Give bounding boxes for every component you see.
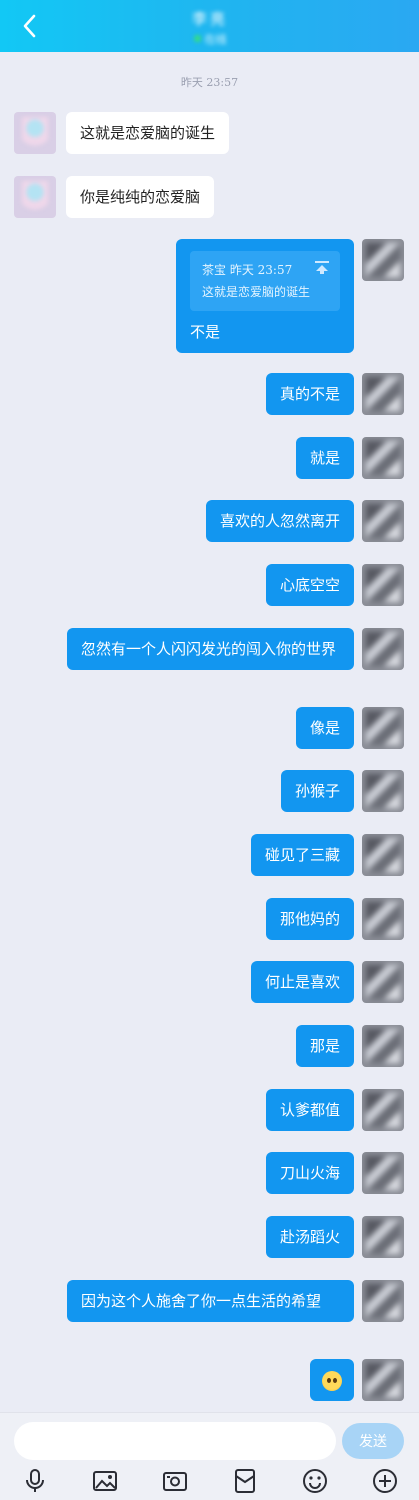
contact-avatar[interactable] (14, 112, 56, 154)
emoji-button[interactable] (301, 1467, 329, 1495)
emoji-icon (303, 1469, 327, 1493)
message-bubble-outgoing[interactable]: 那是 (295, 1025, 354, 1067)
message-bubble-outgoing[interactable]: 孙猴子 (280, 770, 354, 812)
message-bubble-outgoing[interactable]: 何止是喜欢 (250, 961, 354, 1003)
my-avatar[interactable] (362, 1025, 404, 1067)
camera-button[interactable] (161, 1467, 189, 1495)
message-timestamp: 昨天 23:57 (180, 76, 239, 89)
red-packet-button[interactable] (231, 1467, 259, 1495)
online-status-dot (193, 35, 201, 42)
message-bubble-outgoing[interactable]: 像是 (295, 707, 354, 749)
contact-avatar[interactable] (14, 176, 56, 218)
my-avatar[interactable] (362, 500, 404, 542)
pleading-face-emoji-icon (322, 1371, 342, 1391)
my-avatar[interactable] (362, 961, 404, 1003)
message-bubble-outgoing[interactable]: 喜欢的人忽然离开 (205, 500, 354, 542)
my-avatar[interactable] (362, 898, 404, 940)
voice-button[interactable] (21, 1467, 49, 1495)
message-bubble-outgoing[interactable]: 心底空空 (265, 564, 354, 606)
my-avatar[interactable] (362, 564, 404, 606)
quote-text: 这就是恋爱脑的诞生 (202, 285, 311, 299)
image-button[interactable] (91, 1467, 119, 1495)
message-bubble-outgoing[interactable] (310, 1359, 354, 1401)
my-avatar[interactable] (362, 1216, 404, 1258)
contact-status: 在线 (204, 32, 227, 46)
my-avatar[interactable] (362, 834, 404, 876)
more-button[interactable] (371, 1467, 399, 1495)
message-bubble-outgoing[interactable]: 刀山火海 (265, 1152, 354, 1194)
message-bubble-outgoing[interactable]: 认爹都值 (265, 1089, 354, 1131)
message-text: 不是 (190, 323, 221, 341)
message-bubble-outgoing[interactable]: 赴汤蹈火 (265, 1216, 354, 1258)
my-avatar[interactable] (362, 628, 404, 670)
image-icon (93, 1471, 117, 1491)
my-avatar[interactable] (362, 1280, 404, 1322)
contact-title[interactable]: 李亮 在线 (160, 6, 260, 48)
contact-name: 李亮 (191, 9, 228, 28)
jump-to-quote-icon[interactable] (314, 261, 330, 275)
my-avatar[interactable] (362, 1152, 404, 1194)
my-avatar[interactable] (362, 770, 404, 812)
my-avatar[interactable] (362, 1359, 404, 1401)
plus-icon (373, 1469, 397, 1493)
my-avatar[interactable] (362, 437, 404, 479)
send-button[interactable]: 发送 (342, 1423, 404, 1459)
message-input[interactable] (14, 1422, 336, 1460)
message-bubble-incoming[interactable]: 这就是恋爱脑的诞生 (66, 112, 230, 154)
message-bubble-incoming[interactable]: 你是纯纯的恋爱脑 (66, 176, 215, 218)
camera-icon (163, 1472, 187, 1491)
message-bubble-outgoing[interactable]: 茶宝 昨天 23:57 这就是恋爱脑的诞生 不是 (176, 239, 354, 353)
message-bubble-outgoing[interactable]: 真的不是 (265, 373, 354, 415)
message-bubble-outgoing[interactable]: 那他妈的 (265, 898, 354, 940)
message-bubble-outgoing[interactable]: 忽然有一个人闪闪发光的闯入你的世界 (67, 628, 354, 670)
mic-icon (26, 1469, 44, 1492)
my-avatar[interactable] (362, 1089, 404, 1131)
red-packet-icon (235, 1469, 255, 1493)
back-button[interactable] (14, 12, 44, 40)
my-avatar[interactable] (362, 707, 404, 749)
chat-header: 李亮 在线 (0, 0, 419, 52)
quote-header: 茶宝 昨天 23:57 (202, 263, 293, 277)
quoted-message[interactable]: 茶宝 昨天 23:57 这就是恋爱脑的诞生 (190, 251, 340, 311)
message-bubble-outgoing[interactable]: 因为这个人施舍了你一点生活的希望 (67, 1280, 354, 1322)
chevron-left-icon (23, 14, 36, 38)
message-bubble-outgoing[interactable]: 就是 (295, 437, 354, 479)
my-avatar[interactable] (362, 239, 404, 281)
input-bar: 发送 (0, 1412, 419, 1500)
my-avatar[interactable] (362, 373, 404, 415)
message-bubble-outgoing[interactable]: 碰见了三藏 (250, 834, 354, 876)
